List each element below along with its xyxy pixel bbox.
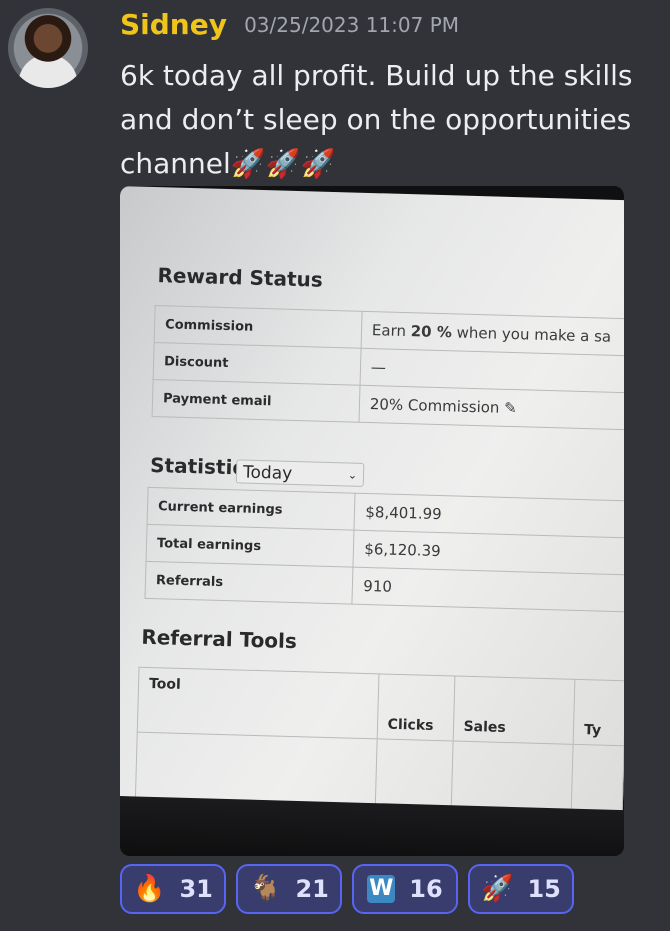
message-timestamp: 03/25/2023 11:07 PM [244,12,460,37]
reward-status-heading: Reward Status [157,263,324,292]
commission-label: Commission [154,305,362,349]
message-text: 6k today all profit. Build up the skills… [120,59,633,180]
referral-tools-table: Tool Clicks Sales Ty [135,667,624,818]
reaction-count: 21 [295,875,329,903]
statistics-period-select: Today ⌄ [235,459,365,487]
reaction-count: 16 [409,875,443,903]
rocket-icon: 🚀 [481,874,514,904]
image-attachment[interactable]: Reward Status Commission Earn 20 % when … [120,186,624,856]
goat-icon: 🐐 [249,874,282,904]
rocket-emoji: 🚀 [265,147,301,180]
w-icon: W [367,875,396,903]
current-earnings-label: Current earnings [147,487,356,531]
column-clicks: Clicks [376,673,455,742]
column-tool: Tool [137,667,379,739]
total-earnings-label: Total earnings [146,524,355,568]
reaction-rocket[interactable]: 🚀 15 [468,864,574,914]
author-avatar[interactable] [8,8,88,88]
referral-tools-heading: Referral Tools [141,624,298,654]
payment-email-value: 20% Commission ✎ [358,385,624,430]
discount-label: Discount [153,342,361,386]
referrals-value: 910 [352,567,624,612]
rocket-emoji: 🚀 [230,147,266,180]
photographed-screen: Reward Status Commission Earn 20 % when … [120,186,624,821]
column-type: Ty [573,679,624,746]
payment-email-label: Payment email [152,379,360,423]
reaction-goat[interactable]: 🐐 21 [236,864,342,914]
reaction-count: 15 [527,875,561,903]
reaction-w[interactable]: W 16 [352,864,458,914]
reward-status-table: Commission Earn 20 % when you make a sa … [152,305,624,430]
period-selected: Today [242,462,293,484]
author-username[interactable]: Sidney [120,8,227,41]
chevron-down-icon: ⌄ [347,468,358,482]
reaction-count: 31 [179,875,213,903]
fire-icon: 🔥 [133,874,166,904]
rocket-emoji: 🚀 [300,147,336,180]
message-content: 6k today all profit. Build up the skills… [120,54,660,186]
message-header: Sidney 03/25/2023 11:07 PM [120,8,459,41]
column-sales: Sales [452,676,575,745]
referrals-label: Referrals [144,561,354,605]
statistics-table: Current earnings $8,401.99 Total earning… [144,487,624,612]
reaction-fire[interactable]: 🔥 31 [120,864,226,914]
